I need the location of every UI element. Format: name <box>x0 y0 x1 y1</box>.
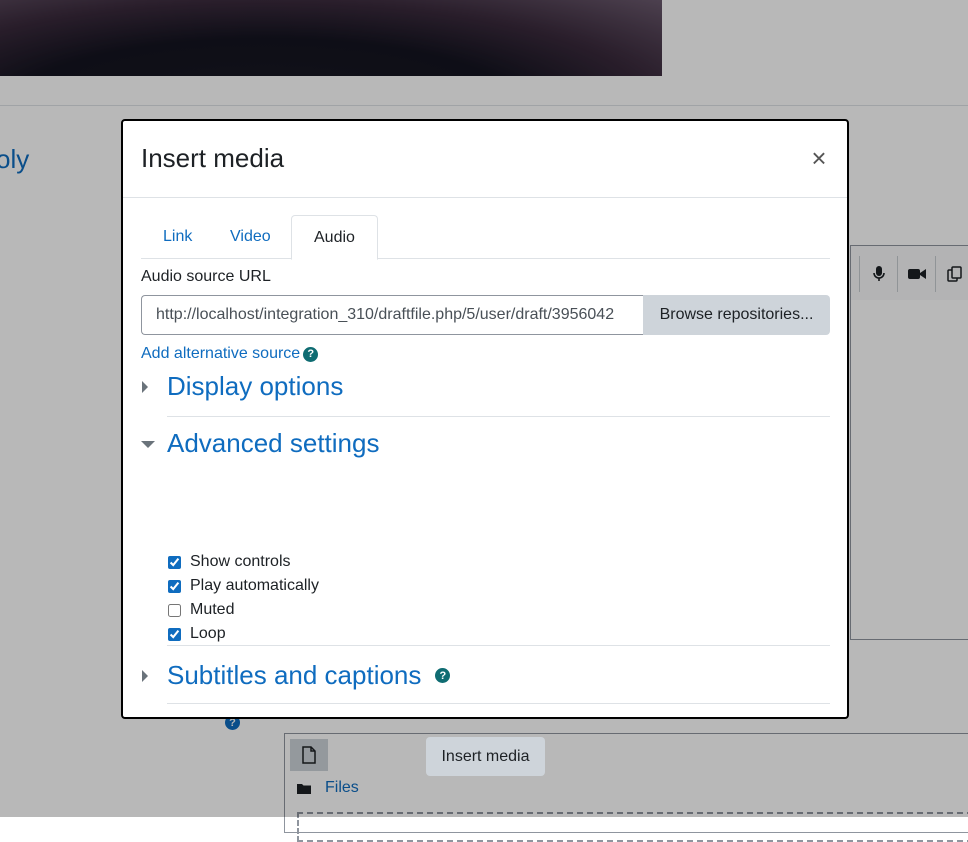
help-icon[interactable]: ? <box>303 346 319 362</box>
section-divider <box>167 645 830 646</box>
subtitles-captions-toggle[interactable]: Subtitles and captions ? <box>141 660 451 691</box>
play-automatically-option[interactable]: Play automatically <box>167 574 319 598</box>
advanced-options-list: Show controls Play automatically Muted L… <box>167 550 319 646</box>
display-options-title: Display options <box>167 371 344 401</box>
muted-checkbox[interactable] <box>168 603 181 617</box>
caret-right-icon <box>141 374 167 400</box>
tab-audio[interactable]: Audio <box>291 215 378 260</box>
add-alternative-source-link[interactable]: Add alternative source <box>141 345 300 363</box>
tab-link[interactable]: Link <box>141 215 214 259</box>
browse-repositories-button[interactable]: Browse repositories... <box>643 295 830 335</box>
advanced-settings-toggle[interactable]: Advanced settings <box>141 428 379 459</box>
help-icon[interactable]: ? <box>435 668 451 683</box>
subtitles-captions-title: Subtitles and captions <box>167 660 422 690</box>
section-divider <box>167 703 830 704</box>
audio-source-url-input[interactable]: http://localhost/integration_310/draftfi… <box>141 295 643 335</box>
show-controls-option[interactable]: Show controls <box>167 550 319 574</box>
tab-video[interactable]: Video <box>208 215 293 259</box>
section-divider <box>167 416 830 417</box>
muted-option[interactable]: Muted <box>167 598 319 622</box>
media-type-tabs: Link Video Audio <box>141 215 830 260</box>
loop-checkbox[interactable] <box>168 627 181 641</box>
show-controls-checkbox[interactable] <box>168 555 181 569</box>
audio-source-group: http://localhost/integration_310/draftfi… <box>141 295 830 335</box>
close-icon[interactable]: × <box>809 145 829 171</box>
audio-source-label: Audio source URL <box>141 268 271 285</box>
caret-down-icon <box>141 431 167 457</box>
advanced-settings-title: Advanced settings <box>167 428 380 458</box>
add-alternative-source: Add alternative source ? <box>141 345 319 363</box>
loop-label: Loop <box>190 625 226 642</box>
display-options-toggle[interactable]: Display options <box>141 371 343 402</box>
loop-option[interactable]: Loop <box>167 622 319 646</box>
play-automatically-checkbox[interactable] <box>168 579 181 593</box>
modal-title: Insert media <box>141 143 285 173</box>
insert-media-dialog: Insert media × Link Video Audio Audio so… <box>121 119 849 776</box>
insert-media-button[interactable]: Insert media <box>426 737 545 776</box>
play-automatically-label: Play automatically <box>190 577 319 594</box>
show-controls-label: Show controls <box>190 553 291 570</box>
caret-right-icon <box>141 663 167 689</box>
modal-header: Insert media × <box>123 121 847 198</box>
muted-label: Muted <box>190 601 235 618</box>
